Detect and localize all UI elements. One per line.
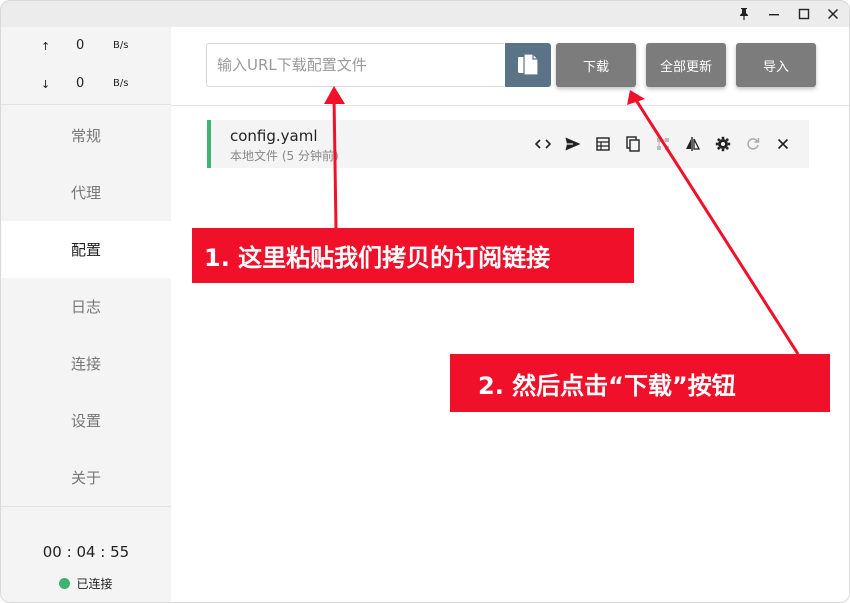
sidebar: ↑ 0 B/s ↓ 0 B/s 常规 代理 配置 日志 连接 设置 关于 00 … [1, 27, 171, 602]
app-window: ↑ 0 B/s ↓ 0 B/s 常规 代理 配置 日志 连接 设置 关于 00 … [0, 0, 850, 603]
sidebar-item-about[interactable]: 关于 [1, 449, 171, 506]
download-value: 0 [76, 76, 85, 91]
sidebar-item-profiles[interactable]: 配置 [1, 221, 171, 278]
sidebar-item-logs[interactable]: 日志 [1, 278, 171, 335]
upload-speed: ↑ 0 B/s [1, 37, 171, 57]
connection-status-label: 已连接 [76, 577, 113, 591]
sidebar-divider [1, 104, 171, 105]
delete-icon[interactable] [773, 134, 793, 154]
sidebar-divider [1, 506, 171, 507]
send-icon[interactable] [563, 134, 583, 154]
upload-value: 0 [76, 38, 85, 53]
upload-arrow-icon: ↑ [41, 40, 51, 53]
code-icon[interactable] [533, 134, 553, 154]
table-icon[interactable] [593, 134, 613, 154]
upload-unit: B/s [113, 40, 129, 51]
gear-icon[interactable] [713, 134, 733, 154]
profile-name: config.yaml [230, 127, 318, 145]
download-unit: B/s [113, 78, 129, 89]
minimize-icon[interactable] [764, 4, 784, 24]
paste-icon [518, 53, 539, 76]
maximize-icon[interactable] [794, 4, 814, 24]
download-speed: ↓ 0 B/s [1, 75, 171, 95]
url-input[interactable] [206, 43, 504, 87]
download-button[interactable]: 下载 [556, 43, 636, 87]
sidebar-item-proxy[interactable]: 代理 [1, 164, 171, 221]
pin-icon[interactable] [734, 4, 754, 24]
title-bar [1, 1, 849, 27]
profiles-page: 下载 全部更新 导入 config.yaml 本地文件 (5 分钟前) [171, 27, 849, 602]
sidebar-item-connections[interactable]: 连接 [1, 335, 171, 392]
profile-subtitle: 本地文件 (5 分钟前) [230, 149, 339, 163]
connection-status: 已连接 [1, 575, 171, 592]
close-icon[interactable] [823, 4, 843, 24]
import-button[interactable]: 导入 [736, 43, 816, 87]
link-icon[interactable] [653, 134, 673, 154]
uptime-timer: 00 : 04 : 55 [42, 543, 130, 561]
update-all-button[interactable]: 全部更新 [646, 43, 726, 87]
refresh-icon[interactable] [743, 134, 763, 154]
toolbar-divider [171, 105, 849, 106]
annotation-step-2: 2. 然后点击“下载”按钮 [450, 354, 830, 412]
compare-icon[interactable] [683, 134, 703, 154]
sidebar-item-settings[interactable]: 设置 [1, 392, 171, 449]
sidebar-item-general[interactable]: 常规 [1, 107, 171, 164]
copy-icon[interactable] [623, 134, 643, 154]
annotation-step-1: 1. 这里粘贴我们拷贝的订阅链接 [192, 228, 634, 283]
paste-button[interactable] [505, 43, 551, 87]
profile-card[interactable]: config.yaml 本地文件 (5 分钟前) [207, 120, 809, 168]
status-dot-icon [59, 578, 71, 589]
download-arrow-icon: ↓ [41, 78, 51, 91]
